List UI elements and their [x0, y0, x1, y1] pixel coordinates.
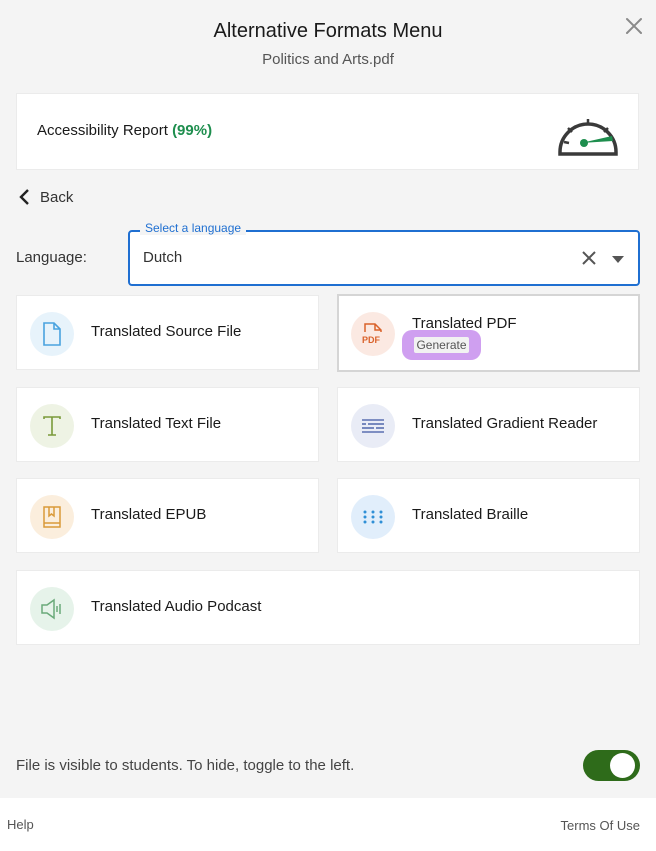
- format-card-text-file[interactable]: Translated Text File: [16, 387, 319, 462]
- generate-button[interactable]: Generate: [402, 330, 481, 360]
- braille-icon: [351, 495, 395, 539]
- format-label: Translated EPUB: [91, 506, 207, 523]
- terms-of-use-link[interactable]: Terms Of Use: [561, 818, 640, 833]
- dropdown-arrow-icon[interactable]: [612, 256, 624, 263]
- format-card-source-file[interactable]: Translated Source File: [16, 295, 319, 370]
- gradient-reader-icon: [351, 404, 395, 448]
- format-card-braille[interactable]: Translated Braille: [337, 478, 640, 553]
- visibility-toggle[interactable]: [583, 750, 640, 781]
- speaker-icon: [30, 587, 74, 631]
- text-icon: [30, 404, 74, 448]
- format-label: Translated Braille: [412, 506, 529, 523]
- format-card-epub[interactable]: Translated EPUB: [16, 478, 319, 553]
- chevron-left-icon: [19, 189, 29, 205]
- svg-text:PDF: PDF: [362, 335, 381, 345]
- language-select[interactable]: Select a language Dutch: [128, 221, 640, 286]
- generate-label: Generate: [414, 337, 469, 353]
- format-label: Translated Gradient Reader: [412, 415, 598, 432]
- back-label: Back: [40, 188, 74, 206]
- format-label: Translated Audio Podcast: [91, 598, 262, 615]
- footer: Help Terms Of Use: [0, 798, 656, 851]
- report-percent: (99%): [172, 122, 213, 139]
- accessibility-report-label: Accessibility Report (99%): [37, 122, 212, 139]
- close-icon: [626, 18, 642, 34]
- clear-icon[interactable]: [580, 249, 598, 267]
- help-link[interactable]: Help: [7, 817, 34, 832]
- back-button[interactable]: Back: [18, 188, 73, 206]
- language-select-legend: Select a language: [140, 221, 247, 235]
- file-icon: [30, 312, 74, 356]
- format-card-audio-podcast[interactable]: Translated Audio Podcast: [16, 570, 640, 645]
- visibility-text: File is visible to students. To hide, to…: [16, 757, 355, 774]
- page-title: Alternative Formats Menu: [213, 20, 443, 42]
- gauge-icon: [558, 119, 618, 156]
- book-icon: [30, 495, 74, 539]
- pdf-icon: PDF: [351, 312, 395, 356]
- close-button[interactable]: [622, 14, 646, 38]
- language-label: Language:: [16, 249, 87, 266]
- file-name: Politics and Arts.pdf: [262, 51, 394, 68]
- format-card-gradient-reader[interactable]: Translated Gradient Reader: [337, 387, 640, 462]
- format-card-pdf[interactable]: PDF Translated PDF Generate: [337, 294, 640, 372]
- format-label: Translated Source File: [91, 323, 242, 340]
- format-label: Translated Text File: [91, 415, 222, 432]
- toggle-knob: [610, 753, 635, 778]
- language-select-value: Dutch: [143, 249, 183, 266]
- report-title: Accessibility Report: [37, 122, 168, 139]
- accessibility-report-card[interactable]: Accessibility Report (99%): [16, 93, 639, 170]
